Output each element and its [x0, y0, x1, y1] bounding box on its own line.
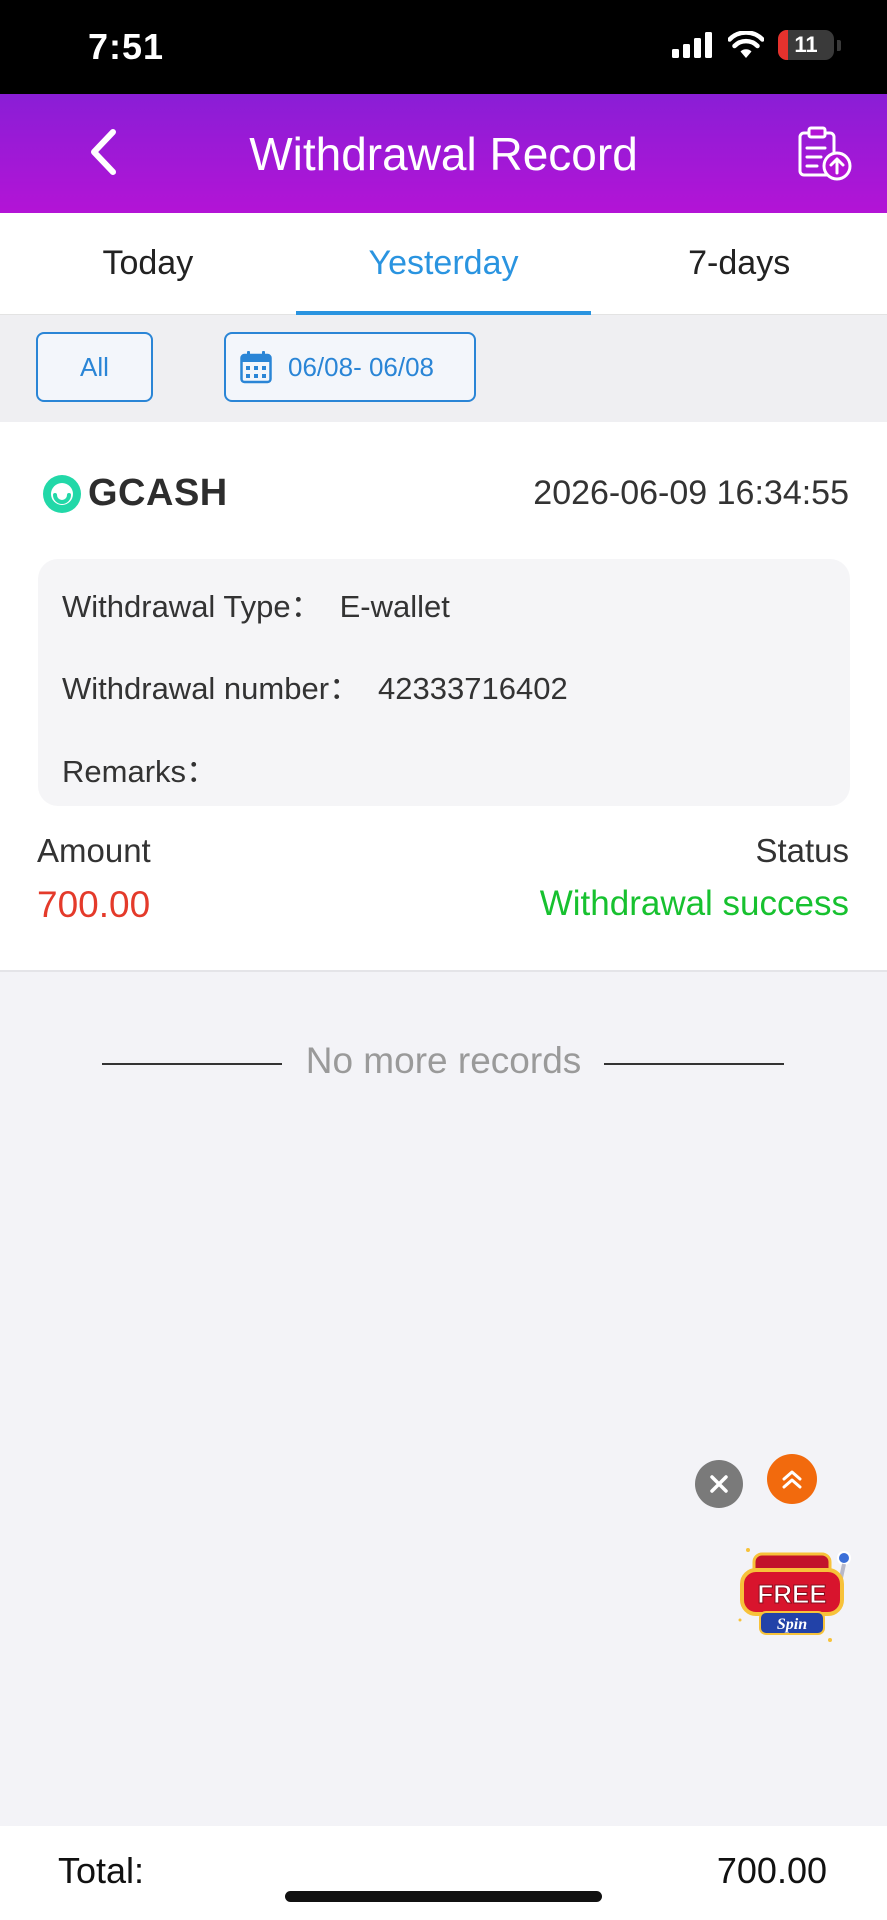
status-label: Status	[755, 832, 849, 869]
type-filter-button[interactable]: All	[36, 332, 153, 402]
remarks-row: Remarks：	[62, 746, 217, 791]
withdrawal-type-row: Withdrawal Type： E-wallet	[62, 581, 450, 626]
tab-7-days[interactable]: 7-days	[591, 213, 887, 314]
divider-right	[604, 1063, 784, 1065]
close-promo-button[interactable]	[695, 1460, 743, 1508]
free-spin-promo[interactable]: FREE Spin	[734, 1540, 856, 1650]
date-range-button[interactable]: 06/08- 06/08	[224, 332, 476, 402]
status-time: 7:51	[88, 26, 165, 67]
scroll-top-button[interactable]	[767, 1454, 817, 1504]
withdrawal-number-label: Withdrawal number：	[62, 671, 361, 706]
double-chevron-up-icon	[782, 1470, 802, 1489]
total-value: 700.00	[716, 1850, 827, 1891]
gcash-logo: GCASH	[42, 472, 228, 515]
record-datetime: 2026-06-09 16:34:55	[533, 474, 849, 512]
clipboard-upload-icon	[798, 126, 852, 181]
no-more-records-text: No more records	[305, 1040, 582, 1081]
withdrawal-type-value: E-wallet	[339, 589, 450, 624]
total-footer: Total: 700.00	[0, 1826, 887, 1920]
calendar-icon	[240, 351, 272, 384]
free-spin-subtitle: Spin	[777, 1616, 807, 1633]
free-spin-title: FREE	[757, 1579, 826, 1609]
signal-icon	[672, 32, 712, 58]
status-bar: 7:51 11	[0, 0, 887, 94]
tab-today[interactable]: Today	[0, 213, 296, 314]
amount-value: 700.00	[37, 884, 151, 925]
gcash-icon	[43, 474, 81, 513]
wifi-icon	[728, 31, 764, 58]
filter-bar: All 06/08- 06/08	[0, 315, 887, 422]
battery-level: 11	[794, 32, 818, 57]
amount-label: Amount	[37, 832, 151, 869]
date-range-label: 06/08- 06/08	[288, 351, 435, 382]
withdrawal-number-value: 42333716402	[378, 671, 568, 706]
list-end-indicator: No more records	[0, 1040, 887, 1084]
provider-name: GCASH	[88, 472, 228, 514]
page-title: Withdrawal Record	[249, 128, 638, 180]
total-label: Total:	[58, 1850, 145, 1891]
withdrawal-record-card[interactable]: GCASH 2026-06-09 16:34:55 Withdrawal Typ…	[0, 422, 887, 972]
close-icon	[710, 1475, 728, 1493]
status-value: Withdrawal success	[539, 884, 849, 923]
status-icons: 11	[672, 30, 841, 60]
battery-icon: 11	[778, 30, 834, 60]
withdrawal-number-row: Withdrawal number： 42333716402	[62, 663, 568, 708]
date-tabs: Today Yesterday 7-days	[0, 213, 887, 315]
record-details: Withdrawal Type： E-wallet Withdrawal numb…	[38, 559, 850, 806]
remarks-label: Remarks：	[62, 754, 218, 789]
tab-yesterday[interactable]: Yesterday	[295, 213, 592, 315]
app-header: Withdrawal Record	[0, 94, 887, 213]
withdrawal-type-label: Withdrawal Type：	[62, 589, 322, 624]
home-indicator	[285, 1891, 602, 1902]
export-record-button[interactable]	[795, 124, 853, 182]
